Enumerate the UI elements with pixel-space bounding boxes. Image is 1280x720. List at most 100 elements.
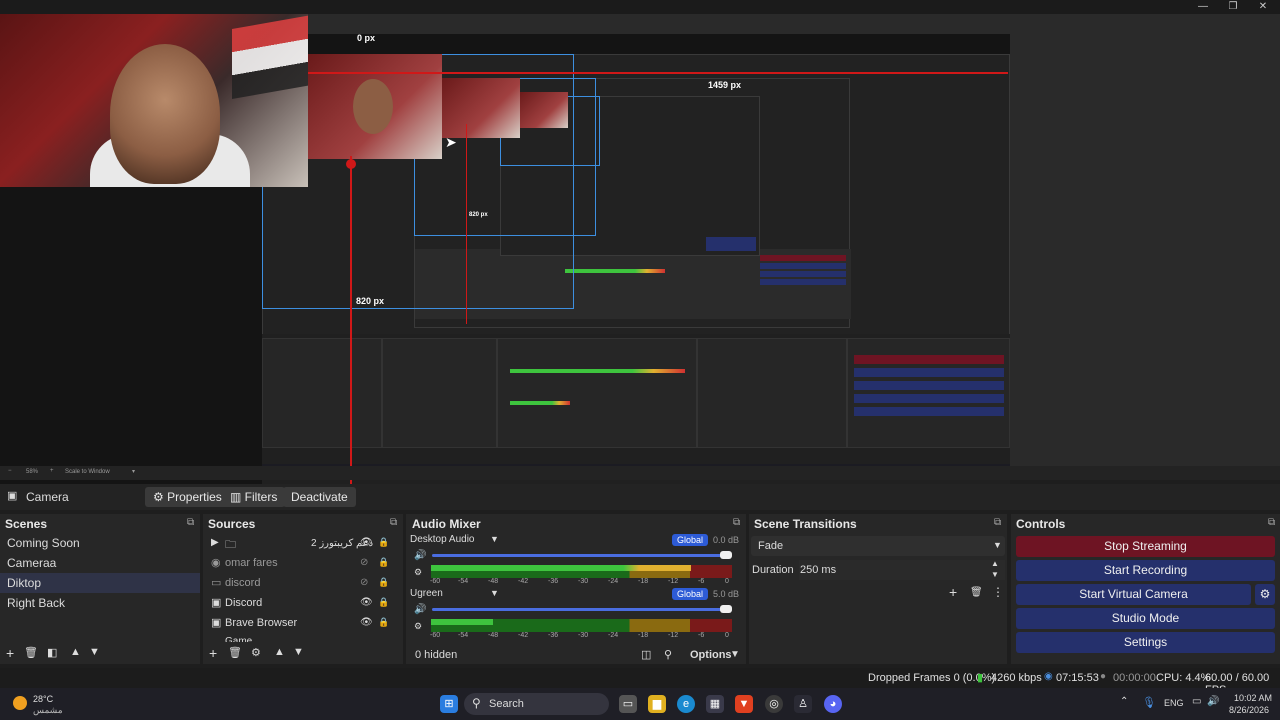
mixer-layout-icon[interactable]: ◫: [641, 648, 651, 661]
scene-item[interactable]: Cameraa: [0, 553, 200, 573]
store-icon[interactable]: ▦: [706, 695, 724, 713]
chevron-down-icon[interactable]: ▼: [490, 588, 499, 598]
start-recording-button[interactable]: Start Recording: [1016, 560, 1275, 581]
discord-icon[interactable]: ◕: [824, 695, 842, 713]
virtual-camera-settings-icon[interactable]: ⚙: [1255, 584, 1275, 605]
scenes-dock: Scenes ⧉ Coming Soon Cameraa Diktop Righ…: [0, 514, 200, 664]
volume-slider-handle[interactable]: [720, 551, 732, 559]
eye-icon[interactable]: 👁: [360, 537, 373, 548]
mini-vcam: [760, 271, 846, 277]
lock-icon[interactable]: 🔒: [378, 577, 389, 588]
preview-canvas[interactable]: 0 px 1459 px 820 px 820 px ➤: [0, 14, 1010, 486]
volume-slider[interactable]: [432, 608, 728, 611]
settings-button[interactable]: Settings: [1016, 632, 1275, 653]
file-explorer-icon[interactable]: ▆: [648, 695, 666, 713]
eye-hidden-icon[interactable]: ⊘: [360, 577, 368, 588]
speaker-icon[interactable]: 🔊: [414, 550, 426, 561]
volume-icon[interactable]: 🔊: [1207, 696, 1219, 707]
mixer-settings-icon[interactable]: ⚙: [414, 567, 422, 578]
undock-icon[interactable]: ⧉: [390, 517, 397, 528]
remove-scene-icon[interactable]: 🗑: [24, 646, 38, 659]
remove-source-icon[interactable]: 🗑: [228, 646, 242, 659]
mini-controls: [847, 338, 1010, 448]
chevron-down-icon[interactable]: ▼: [490, 534, 499, 544]
lock-icon[interactable]: 🔒: [378, 617, 389, 628]
undock-icon[interactable]: ⧉: [733, 517, 740, 528]
windows-start-icon[interactable]: ⊞: [440, 695, 458, 713]
source-item-hidden[interactable]: omar fares: [225, 557, 278, 569]
studio-mode-button[interactable]: Studio Mode: [1016, 608, 1275, 629]
edge-icon[interactable]: e: [677, 695, 695, 713]
lock-icon[interactable]: 🔒: [378, 537, 389, 548]
source-item[interactable]: Brave Browser: [225, 617, 297, 629]
properties-button[interactable]: ⚙ Properties: [145, 487, 230, 507]
expand-icon[interactable]: ▶: [211, 537, 219, 548]
monitor-icon[interactable]: ▭: [1192, 696, 1201, 707]
undock-icon[interactable]: ⧉: [1268, 517, 1275, 528]
undock-icon[interactable]: ⧉: [994, 517, 1001, 528]
program-preview[interactable]: 0 px 1459 px 820 px 820 px ➤: [0, 14, 1280, 486]
obs-icon[interactable]: ◎: [765, 695, 783, 713]
chevron-down-icon[interactable]: ▼: [991, 570, 999, 579]
brave-icon[interactable]: ▼: [735, 695, 753, 713]
remove-transition-icon[interactable]: 🗑: [970, 587, 983, 598]
speaker-icon[interactable]: 🔊: [414, 604, 426, 615]
weather-temp[interactable]: 28°C: [33, 694, 53, 704]
close-icon[interactable]: ✕: [1248, 0, 1278, 14]
eye-hidden-icon[interactable]: ⊘: [360, 557, 368, 568]
move-up-icon[interactable]: ▲: [70, 646, 81, 658]
start-virtual-camera-button[interactable]: Start Virtual Camera: [1016, 584, 1251, 605]
clock-time[interactable]: 10:02 AM: [1234, 693, 1272, 703]
move-down-icon[interactable]: ▼: [89, 646, 100, 658]
volume-slider[interactable]: [432, 554, 728, 557]
record-time: 00:00:00: [1113, 672, 1156, 684]
sun-icon[interactable]: [13, 696, 27, 710]
transition-select[interactable]: Fade ▼: [751, 536, 1005, 556]
undock-icon[interactable]: ⧉: [187, 517, 194, 528]
source-item-hidden[interactable]: discord: [225, 577, 260, 589]
maximize-icon[interactable]: ❐: [1218, 0, 1248, 14]
hidden-count[interactable]: 0 hidden: [415, 649, 457, 661]
clock-date[interactable]: 8/26/2026: [1229, 705, 1269, 715]
more-options-icon[interactable]: ⋮: [992, 585, 1004, 599]
mixer-settings-icon[interactable]: ⚙: [414, 621, 422, 632]
microphone-icon[interactable]: 🎙: [1142, 696, 1156, 709]
app-icon[interactable]: ♙: [794, 695, 812, 713]
guide-handle[interactable]: [346, 159, 356, 169]
scene-item-selected[interactable]: Diktop: [0, 573, 200, 593]
duration-input[interactable]: 250 ms ▲ ▼: [799, 559, 1005, 580]
chevron-up-icon[interactable]: ▲: [991, 559, 999, 568]
move-down-icon[interactable]: ▼: [293, 646, 304, 658]
scale-mode[interactable]: Scale to Window: [65, 469, 110, 475]
filters-button[interactable]: ▥ Filters: [222, 487, 286, 507]
source-properties-icon[interactable]: ⚙: [251, 646, 261, 659]
language-indicator[interactable]: ENG: [1164, 698, 1184, 708]
eye-icon[interactable]: 👁: [360, 597, 373, 608]
volume-slider-handle[interactable]: [720, 605, 732, 613]
add-scene-icon[interactable]: +: [6, 645, 14, 661]
chevron-down-icon[interactable]: ▾: [132, 468, 135, 475]
scene-filters-icon[interactable]: ◧: [47, 646, 57, 659]
source-item-cut[interactable]: Game: [225, 636, 252, 642]
link-icon[interactable]: ⚲: [664, 648, 672, 661]
zoom-minus-icon[interactable]: −: [8, 468, 12, 474]
options-menu[interactable]: Options: [690, 649, 732, 661]
task-view-icon[interactable]: ▭: [619, 695, 637, 713]
minimize-icon[interactable]: —: [1188, 0, 1218, 14]
stop-streaming-button[interactable]: Stop Streaming: [1016, 536, 1275, 557]
webcam-feed[interactable]: [0, 14, 308, 187]
move-up-icon[interactable]: ▲: [274, 646, 285, 658]
scene-item[interactable]: Right Back: [0, 593, 200, 613]
eye-icon[interactable]: 👁: [360, 617, 373, 628]
taskbar-search[interactable]: ⚲ Search: [464, 693, 609, 715]
lock-icon[interactable]: 🔒: [378, 557, 389, 568]
add-transition-icon[interactable]: +: [949, 584, 957, 600]
chevron-down-icon[interactable]: ▼: [730, 649, 740, 660]
zoom-plus-icon[interactable]: +: [50, 468, 54, 474]
source-item[interactable]: Discord: [225, 597, 262, 609]
add-source-icon[interactable]: +: [209, 645, 217, 661]
deactivate-button[interactable]: Deactivate: [283, 487, 356, 507]
chevron-up-icon[interactable]: ⌃: [1120, 696, 1128, 707]
scene-item[interactable]: Coming Soon: [0, 533, 200, 553]
lock-icon[interactable]: 🔒: [378, 597, 389, 608]
